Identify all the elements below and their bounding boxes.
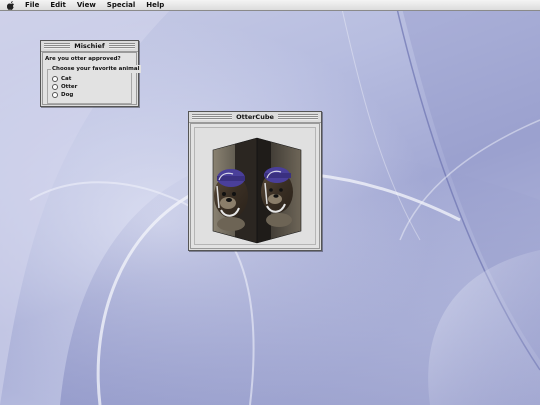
radio-button-cat[interactable] (52, 75, 58, 82)
menu-edit[interactable]: Edit (50, 0, 66, 11)
radio-button-dog[interactable] (52, 91, 58, 98)
mischief-window: Mischief Are you otter approved? Choose … (40, 40, 141, 107)
radio-label-cat: Cat (61, 75, 72, 82)
radio-button-otter[interactable] (52, 83, 58, 90)
menu-view[interactable]: View (77, 0, 96, 11)
radio-option-cat[interactable]: Cat (52, 75, 71, 82)
mischief-window-title: Mischief (70, 41, 109, 51)
menu-bar: File Edit View Special Help (0, 0, 540, 11)
ottercube-title-bar[interactable]: OtterCube (189, 112, 321, 123)
animal-radio-group: Choose your favorite animal Cat Otter Do… (47, 65, 141, 104)
ottercube-window-content (190, 123, 320, 249)
radio-option-dog[interactable]: Dog (52, 91, 73, 98)
ottercube-window-title: OtterCube (232, 112, 278, 122)
radio-label-dog: Dog (61, 91, 74, 98)
apple-logo-icon[interactable] (6, 0, 15, 10)
radio-group-label: Choose your favorite animal (51, 65, 141, 73)
menu-help[interactable]: Help (146, 0, 164, 11)
cube-face-left (213, 138, 257, 243)
ottercube-window: OtterCube (188, 111, 322, 251)
mischief-window-content: Are you otter approved? Choose your favo… (42, 52, 141, 105)
desktop: File Edit View Special Help Mischief Are… (0, 0, 540, 405)
radio-option-otter[interactable]: Otter (52, 83, 77, 90)
mischief-title-bar[interactable]: Mischief (41, 41, 138, 52)
cube-canvas[interactable] (194, 127, 316, 245)
menu-file[interactable]: File (25, 0, 39, 11)
question-label: Are you otter approved? (45, 56, 121, 62)
otter-cube-icon (212, 137, 302, 244)
menu-special[interactable]: Special (107, 0, 135, 11)
radio-label-otter: Otter (61, 83, 78, 90)
cube-face-right (257, 138, 301, 243)
